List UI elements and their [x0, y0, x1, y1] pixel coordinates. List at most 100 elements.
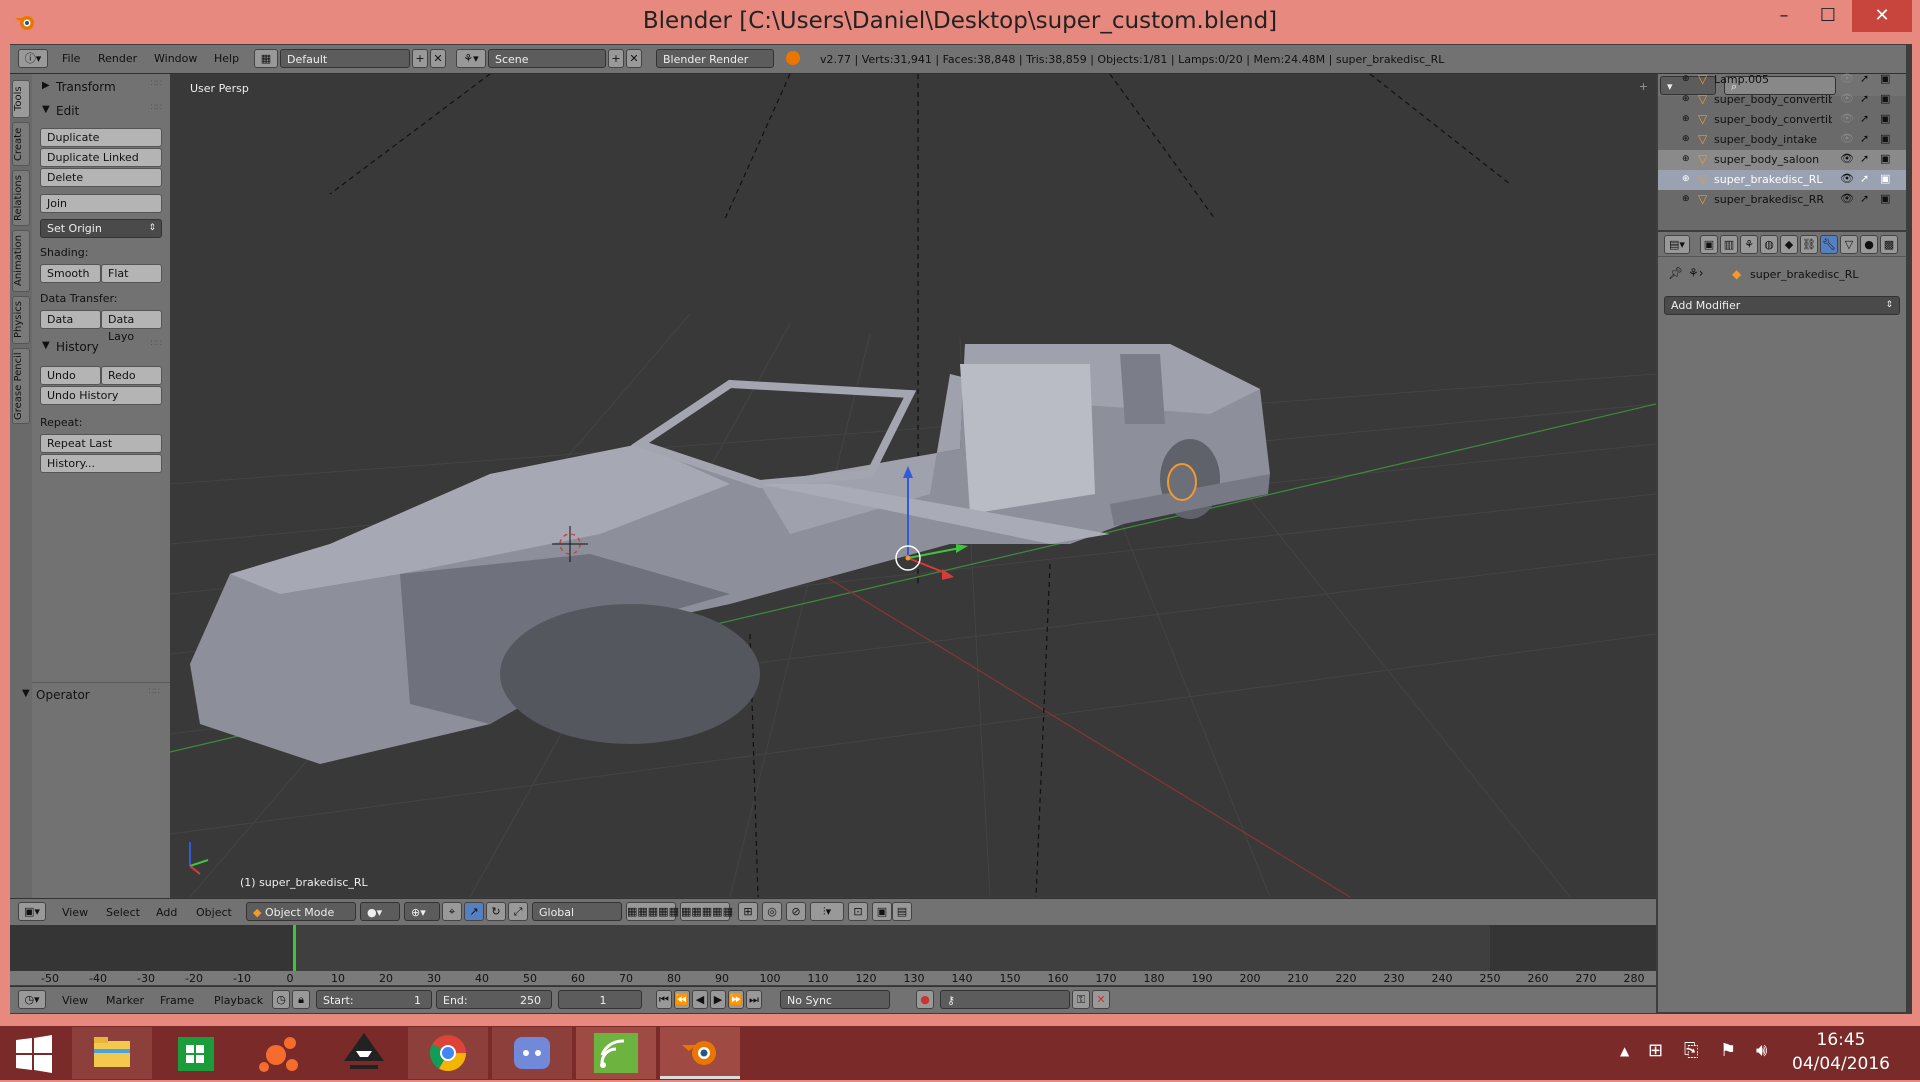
- render-camera-icon[interactable]: ▣: [1880, 152, 1890, 165]
- manipulator-toggle-icon[interactable]: ⌖: [442, 902, 462, 921]
- keying-set-field[interactable]: ⚷: [940, 990, 1070, 1009]
- visibility-eye-icon[interactable]: 👁︎: [1840, 132, 1854, 145]
- start-windows-icon[interactable]: [14, 1034, 54, 1074]
- lock-time-icon[interactable]: 🔒︎: [292, 990, 310, 1009]
- select-arrow-icon[interactable]: ➚: [1860, 152, 1869, 165]
- outliner-item[interactable]: ⊕ ▽ Lamp.005 👁︎ ➚ ▣: [1658, 70, 1906, 90]
- taskbar-chrome-icon[interactable]: [408, 1027, 488, 1079]
- remove-screen-icon[interactable]: ✕: [430, 49, 446, 68]
- menu-playback[interactable]: Playback: [214, 994, 263, 1007]
- transform-orientation-select[interactable]: Global: [532, 902, 622, 921]
- expand-icon[interactable]: ⊕: [1682, 174, 1690, 184]
- outliner-item[interactable]: ⊕ ▽ super_brakedisc_RR 👁︎ ➚ ▣: [1658, 190, 1906, 210]
- duplicate-button[interactable]: Duplicate: [40, 128, 162, 147]
- delete-button[interactable]: Delete: [40, 168, 162, 187]
- sync-mode-select[interactable]: No Sync: [780, 990, 890, 1009]
- screen-layout-field[interactable]: Default: [280, 49, 410, 68]
- delete-keyframe-icon[interactable]: ✕: [1092, 990, 1110, 1009]
- editor-type-timeline-icon[interactable]: ◷▾: [18, 990, 46, 1009]
- volume-icon[interactable]: 🔊︎: [1756, 1040, 1767, 1061]
- plus-icon[interactable]: +: [1639, 80, 1648, 93]
- layers-grid-2-icon[interactable]: ▦▦▦▦▦: [680, 902, 733, 921]
- outliner[interactable]: ▾ ⌕ ⊕ ▽ Lamp.005 👁︎ ➚ ▣ ⊕ ▽ super_body_convertib…: [1658, 72, 1906, 230]
- minimize-button[interactable]: –: [1762, 0, 1806, 32]
- taskbar-wifi-app-icon[interactable]: [576, 1027, 656, 1079]
- expand-icon[interactable]: ⊕: [1682, 114, 1690, 124]
- selected-brake-disc[interactable]: [1167, 463, 1197, 501]
- material-tab-icon[interactable]: ●: [1860, 235, 1878, 254]
- editor-type-info-icon[interactable]: ⓘ▾: [18, 49, 48, 68]
- grip-icon[interactable]: ∷∷: [151, 79, 162, 89]
- render-camera-icon[interactable]: ▣: [1880, 72, 1890, 85]
- maximize-button[interactable]: ☐: [1806, 0, 1850, 32]
- world-tab-icon[interactable]: ◍: [1760, 235, 1778, 254]
- layers-grid-1-icon[interactable]: ▦▦▦▦▦: [626, 902, 679, 921]
- modifiers-tab-icon[interactable]: 🔧︎: [1820, 235, 1838, 254]
- tab-grease-pencil[interactable]: Grease Pencil: [12, 348, 30, 424]
- menu-window[interactable]: Window: [154, 52, 197, 65]
- remove-scene-icon[interactable]: ✕: [626, 49, 642, 68]
- render-camera-icon[interactable]: ▣: [1880, 132, 1890, 145]
- action-center-flag-icon[interactable]: ⚑: [1720, 1040, 1736, 1061]
- expand-icon[interactable]: ⊕: [1682, 194, 1690, 204]
- taskbar-file-explorer-icon[interactable]: [72, 1027, 152, 1079]
- menu-select[interactable]: Select: [106, 906, 140, 919]
- select-arrow-icon[interactable]: ➚: [1860, 92, 1869, 105]
- undo-button[interactable]: Undo: [40, 366, 101, 385]
- frame-ruler[interactable]: [10, 971, 1656, 985]
- menu-object[interactable]: Object: [196, 906, 232, 919]
- translate-manipulator-icon[interactable]: ↗: [464, 902, 484, 921]
- grip-icon[interactable]: ∷∷: [151, 339, 162, 349]
- add-scene-icon[interactable]: +: [608, 49, 624, 68]
- taskbar-inkscape-icon[interactable]: [324, 1027, 404, 1079]
- panel-history[interactable]: ▼ History ∷∷: [32, 336, 170, 358]
- visibility-eye-icon[interactable]: 👁︎: [1840, 152, 1854, 165]
- menu-marker[interactable]: Marker: [106, 994, 144, 1007]
- data-layout-button[interactable]: Data Layo: [101, 310, 162, 343]
- mode-select[interactable]: ◆ Object Mode: [246, 902, 356, 921]
- scene-tab-icon[interactable]: ⚘: [1740, 235, 1758, 254]
- constraints-tab-icon[interactable]: ⛓: [1800, 235, 1818, 254]
- screen-layout-icon[interactable]: ▦: [254, 49, 278, 68]
- editor-type-properties-icon[interactable]: ▤▾: [1664, 235, 1690, 254]
- render-preview-icon[interactable]: ▣: [872, 902, 892, 921]
- render-animation-icon[interactable]: ▤: [892, 902, 912, 921]
- record-keyframe-icon[interactable]: ●: [916, 990, 934, 1009]
- menu-file[interactable]: File: [62, 52, 80, 65]
- tab-tools[interactable]: Tools: [12, 80, 30, 118]
- data-tab-icon[interactable]: ▽: [1840, 235, 1858, 254]
- network-icon[interactable]: ⎘: [1684, 1040, 1698, 1061]
- grip-icon[interactable]: ∷∷: [151, 103, 162, 113]
- duplicate-linked-button[interactable]: Duplicate Linked: [40, 148, 162, 167]
- insert-keyframe-icon[interactable]: ⚿: [1072, 990, 1090, 1009]
- undo-history-button[interactable]: Undo History: [40, 386, 162, 405]
- tab-relations[interactable]: Relations: [12, 170, 30, 226]
- clock-time[interactable]: 16:45: [1786, 1030, 1896, 1050]
- visibility-eye-icon[interactable]: 👁︎: [1840, 192, 1854, 205]
- play-icon[interactable]: ▶: [710, 990, 726, 1009]
- snap-target-icon[interactable]: ⊡: [848, 902, 868, 921]
- snap-element-icon[interactable]: ⫶▾: [810, 902, 844, 921]
- 3d-viewport[interactable]: User Persp (1) super_brakedisc_RL +: [170, 74, 1656, 897]
- clock-date[interactable]: 04/04/2016: [1786, 1054, 1896, 1074]
- scene-icon[interactable]: ⚘▾: [456, 49, 486, 68]
- snap-toggle-icon[interactable]: ⊘: [786, 902, 806, 921]
- jump-keyframe-forward-icon[interactable]: ⏩: [728, 990, 744, 1009]
- visibility-eye-icon[interactable]: 👁︎: [1840, 92, 1854, 105]
- pivot-point-select[interactable]: ⊕▾: [404, 902, 440, 921]
- expand-icon[interactable]: ⊕: [1682, 134, 1690, 144]
- data-transfer-button[interactable]: Data: [40, 310, 101, 329]
- taskbar-blender-icon[interactable]: [660, 1027, 740, 1079]
- render-layers-tab-icon[interactable]: ▥: [1720, 235, 1738, 254]
- viewport-shading-select[interactable]: ●▾: [360, 902, 400, 921]
- select-arrow-icon[interactable]: ➚: [1860, 192, 1869, 205]
- outliner-item[interactable]: ⊕ ▽ super_body_intake 👁︎ ➚ ▣: [1658, 130, 1906, 150]
- panel-operator[interactable]: ▼ Operator ∷∷: [14, 684, 164, 706]
- start-frame-field[interactable]: Start: 1: [316, 990, 432, 1009]
- grip-icon[interactable]: ∷∷: [149, 687, 160, 697]
- select-arrow-icon[interactable]: ➚: [1860, 72, 1869, 85]
- taskbar-store-icon[interactable]: [156, 1027, 236, 1079]
- expand-icon[interactable]: ⊕: [1682, 74, 1690, 84]
- shade-smooth-button[interactable]: Smooth: [40, 264, 101, 283]
- menu-help[interactable]: Help: [214, 52, 239, 65]
